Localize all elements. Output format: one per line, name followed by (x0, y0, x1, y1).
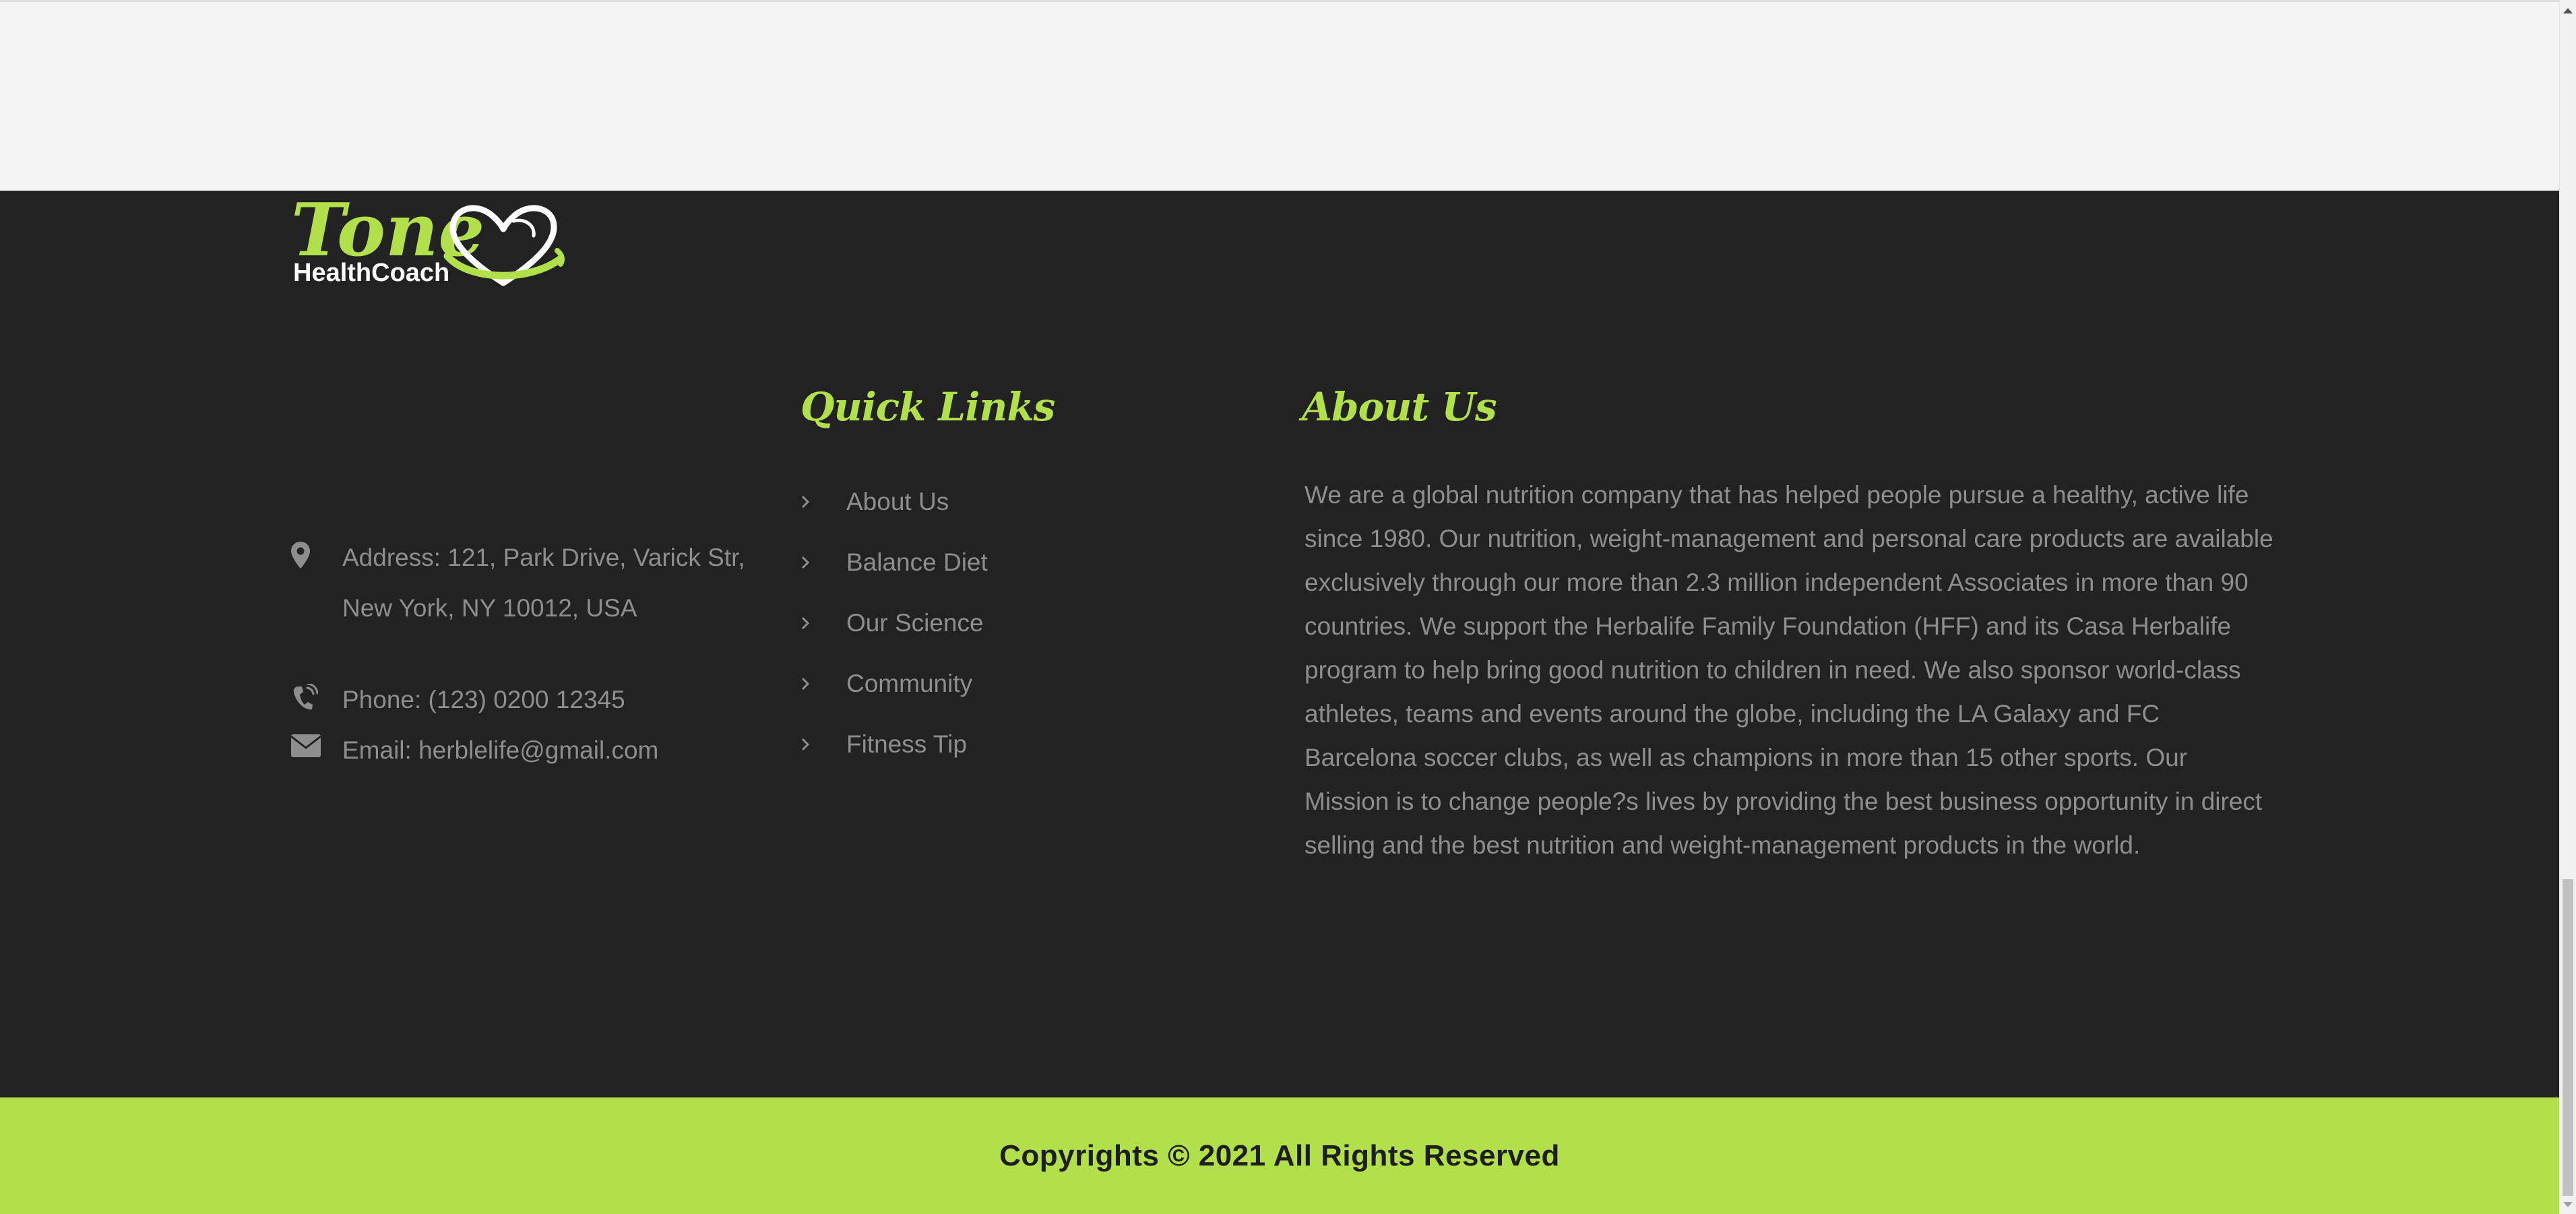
quick-link-community[interactable]: Community (800, 653, 1137, 714)
about-us-heading: About Us (1302, 384, 1497, 430)
envelope-icon (291, 725, 342, 759)
quick-links-heading: Quick Links (800, 384, 1055, 430)
copyright-text: Copyrights © 2021 All Rights Reserved (999, 1139, 1560, 1172)
copyright-bar: Copyrights © 2021 All Rights Reserved (0, 1097, 2559, 1214)
email-text: Email: herblelife@gmail.com (342, 736, 659, 764)
page: Tone HealthCoach Address: 121, Park Driv… (0, 0, 2559, 1214)
heart-icon (443, 205, 565, 286)
quick-link-label: Community (846, 670, 973, 697)
content-area-end (0, 0, 2559, 191)
phone-icon (291, 674, 342, 710)
address-text: Address: 121, Park Drive, Varick Str, Ne… (342, 544, 745, 622)
contact-phone[interactable]: Phone: (123) 0200 12345 (291, 674, 625, 725)
quick-links-list: About Us Balance Diet Our Science Commun… (800, 472, 1137, 775)
quick-link-label: Our Science (846, 609, 984, 637)
scrollbar-thumb[interactable] (2563, 879, 2573, 1196)
quick-link-about-us[interactable]: About Us (800, 472, 1137, 532)
contact-address: Address: 121, Park Drive, Varick Str, Ne… (291, 532, 747, 633)
chevron-right-icon (800, 737, 846, 752)
quick-link-fitness-tip[interactable]: Fitness Tip (800, 714, 1137, 775)
scroll-up-arrow-icon[interactable] (2563, 8, 2573, 13)
quick-link-label: About Us (846, 488, 949, 515)
chevron-right-icon (800, 555, 846, 570)
phone-text: Phone: (123) 0200 12345 (342, 686, 625, 713)
about-us-text: We are a global nutrition company that h… (1305, 481, 2273, 859)
logo[interactable]: Tone HealthCoach (291, 194, 574, 295)
quick-link-balance-diet[interactable]: Balance Diet (800, 532, 1137, 593)
quick-link-label: Fitness Tip (846, 730, 967, 758)
scroll-down-arrow-icon[interactable] (2563, 1202, 2573, 1207)
map-marker-icon (291, 532, 342, 569)
contact-email[interactable]: Email: herblelife@gmail.com (291, 725, 658, 775)
quick-link-label: Balance Diet (846, 548, 988, 576)
vertical-scrollbar[interactable] (2559, 0, 2576, 1214)
chevron-right-icon (800, 676, 846, 691)
quick-link-our-science[interactable]: Our Science (800, 593, 1137, 653)
chevron-right-icon (800, 616, 846, 631)
chevron-right-icon (800, 494, 846, 509)
